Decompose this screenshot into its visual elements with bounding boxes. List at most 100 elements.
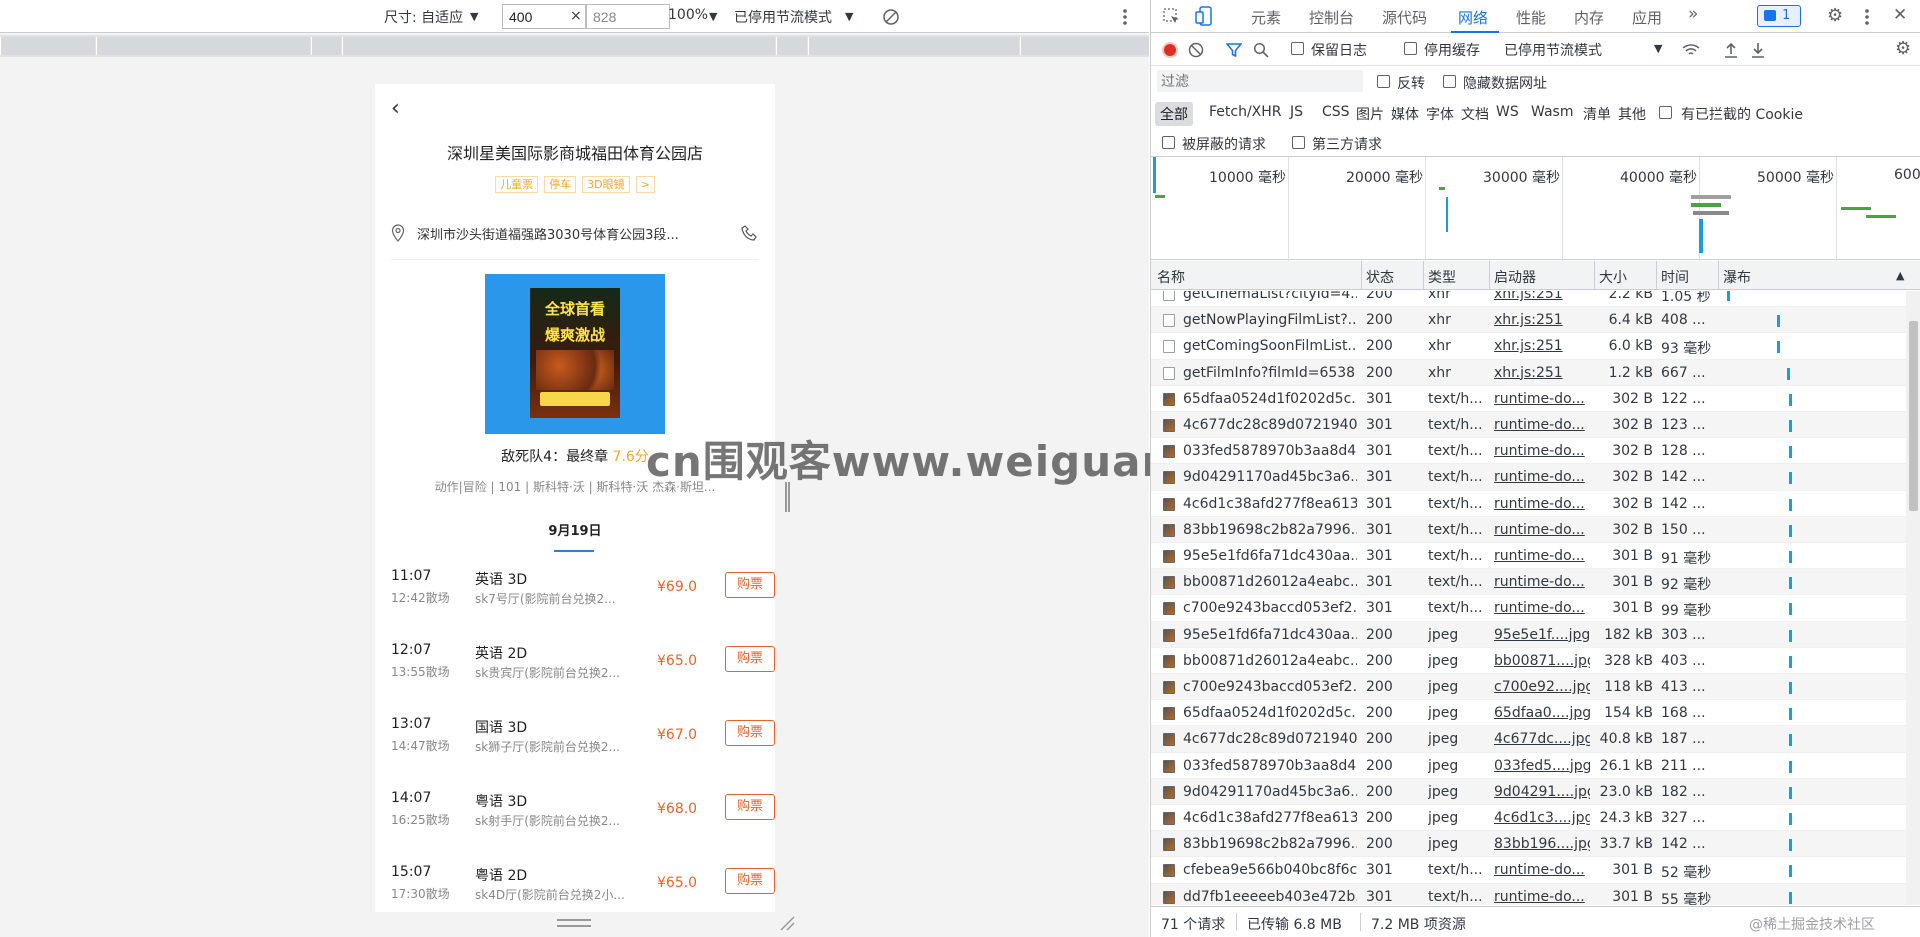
tab-memory[interactable]: 内存 bbox=[1574, 7, 1604, 28]
issues-button[interactable]: 1 bbox=[1757, 5, 1801, 27]
ruler-segment[interactable] bbox=[1020, 37, 1149, 55]
throttle-dropdown[interactable]: 已停用节流模式 bbox=[734, 7, 832, 27]
tab-console[interactable]: 控制台 bbox=[1309, 7, 1354, 28]
buy-ticket-button[interactable]: 购票 bbox=[725, 868, 775, 894]
preserve-log-checkbox[interactable] bbox=[1291, 42, 1304, 55]
filter-input[interactable] bbox=[1157, 70, 1363, 92]
request-row[interactable]: 4c677dc28c89d0721940... 301 text/h... runti… bbox=[1151, 412, 1906, 439]
type-filter-font[interactable]: 字体 bbox=[1426, 104, 1454, 124]
upload-icon[interactable] bbox=[1724, 41, 1738, 58]
showtime-row[interactable]: 15:07 17:30散场 粤语 2D sk4D厅(影院前台兑换2小... ¥6… bbox=[391, 864, 775, 912]
height-input[interactable] bbox=[586, 4, 670, 29]
request-initiator[interactable]: 95e5e1f....jpg bbox=[1494, 627, 1590, 643]
request-row[interactable]: 65dfaa0524d1f0202d5c... 200 jpeg 65dfaa0...… bbox=[1151, 700, 1906, 727]
request-initiator[interactable]: runtime-do... bbox=[1494, 417, 1590, 433]
disable-cache-checkbox[interactable] bbox=[1404, 42, 1417, 55]
type-filter-doc[interactable]: 文档 bbox=[1461, 104, 1489, 124]
column-divider[interactable] bbox=[1489, 261, 1490, 289]
device-toolbar-icon[interactable] bbox=[1195, 6, 1213, 26]
request-row[interactable]: getCinemaList?cityId=4... 200 xhr xhr.js:25… bbox=[1151, 291, 1906, 308]
ruler-segment[interactable] bbox=[0, 37, 95, 55]
more-tabs-button[interactable]: » bbox=[1688, 4, 1698, 24]
column-type[interactable]: 类型 bbox=[1428, 267, 1456, 287]
type-filter-all[interactable]: 全部 bbox=[1155, 102, 1193, 126]
back-arrow-icon[interactable]: ‹ bbox=[391, 96, 400, 121]
settings-gear-icon[interactable]: ⚙ bbox=[1827, 5, 1843, 26]
request-initiator[interactable]: xhr.js:251 bbox=[1494, 338, 1590, 354]
request-initiator[interactable]: runtime-do... bbox=[1494, 889, 1590, 905]
type-filter-fetch-xhr[interactable]: Fetch/XHR bbox=[1209, 104, 1282, 120]
inspect-element-icon[interactable] bbox=[1163, 8, 1181, 26]
request-initiator[interactable]: bb00871....jpg bbox=[1494, 653, 1590, 669]
request-list-scrollbar[interactable] bbox=[1906, 291, 1920, 905]
type-filter-img[interactable]: 图片 bbox=[1356, 104, 1384, 124]
request-row[interactable]: dd7fb1eeeeeb403e472b... 301 text/h... runti… bbox=[1151, 883, 1906, 905]
showtime-row[interactable]: 14:07 16:25散场 粤语 3D sk射手厅(影院前台兑换2... ¥68… bbox=[391, 790, 775, 850]
hide-data-urls-checkbox[interactable] bbox=[1443, 75, 1456, 88]
record-icon[interactable] bbox=[1162, 42, 1178, 58]
request-row[interactable]: 9d04291170ad45bc3a6... 200 jpeg 9d04291....… bbox=[1151, 778, 1906, 805]
request-row[interactable]: c700e9243baccd053ef2... 301 text/h... runti… bbox=[1151, 595, 1906, 622]
zoom-dropdown[interactable]: 100% bbox=[668, 7, 708, 23]
network-conditions-icon[interactable] bbox=[1681, 42, 1701, 58]
request-initiator[interactable]: xhr.js:251 bbox=[1494, 365, 1590, 381]
ruler-segment[interactable] bbox=[311, 37, 341, 55]
search-icon[interactable] bbox=[1253, 42, 1269, 58]
buy-ticket-button[interactable]: 购票 bbox=[725, 720, 775, 746]
column-size[interactable]: 大小 bbox=[1599, 267, 1627, 287]
buy-ticket-button[interactable]: 购票 bbox=[725, 794, 775, 820]
request-row[interactable]: cfebea9e566b040bc8f6c... 301 text/h... runt… bbox=[1151, 857, 1906, 884]
request-row[interactable]: 033fed5878970b3aa8d4... 301 text/h... runti… bbox=[1151, 438, 1906, 465]
tab-sources[interactable]: 源代码 bbox=[1382, 7, 1427, 28]
network-settings-gear-icon[interactable]: ⚙ bbox=[1895, 38, 1911, 59]
network-overview-timeline[interactable]: 10000 毫秒 20000 毫秒 30000 毫秒 40000 毫秒 5000… bbox=[1151, 156, 1920, 261]
request-row[interactable]: 83bb19698c2b82a7996... 301 text/h... runtim… bbox=[1151, 516, 1906, 543]
media-query-ruler[interactable] bbox=[0, 35, 1149, 57]
request-row[interactable]: 83bb19698c2b82a7996... 200 jpeg 83bb196....… bbox=[1151, 831, 1906, 858]
request-row[interactable]: bb00871d26012a4eabc... 200 jpeg bb00871....… bbox=[1151, 648, 1906, 674]
request-initiator[interactable]: runtime-do... bbox=[1494, 574, 1590, 590]
viewport-height-handle[interactable] bbox=[557, 919, 591, 927]
blocked-cookies-checkbox[interactable] bbox=[1659, 106, 1672, 119]
resize-corner-icon[interactable] bbox=[779, 915, 795, 931]
type-filter-media[interactable]: 媒体 bbox=[1391, 104, 1419, 124]
column-divider[interactable] bbox=[1361, 261, 1362, 289]
column-divider[interactable] bbox=[1594, 261, 1595, 289]
request-row[interactable]: c700e9243baccd053ef2... 200 jpeg c700e92...… bbox=[1151, 674, 1906, 701]
request-initiator[interactable]: 4c677dc....jpg bbox=[1494, 731, 1590, 747]
request-row[interactable]: getComingSoonFilmList... 200 xhr xhr.js:251… bbox=[1151, 333, 1906, 360]
ruler-segment[interactable] bbox=[342, 37, 775, 55]
ruler-segment[interactable] bbox=[776, 37, 807, 55]
tab-performance[interactable]: 性能 bbox=[1516, 7, 1546, 28]
buy-ticket-button[interactable]: 购票 bbox=[725, 572, 775, 598]
type-filter-other[interactable]: 其他 bbox=[1618, 104, 1646, 124]
invert-checkbox[interactable] bbox=[1377, 75, 1390, 88]
blocked-requests-checkbox[interactable] bbox=[1162, 136, 1175, 149]
throttle-select[interactable]: 已停用节流模式 bbox=[1504, 40, 1602, 60]
type-filter-wasm[interactable]: Wasm bbox=[1531, 104, 1573, 120]
request-initiator[interactable]: runtime-do... bbox=[1494, 496, 1590, 512]
request-row[interactable]: getNowPlayingFilmList?... 200 xhr xhr.js:25… bbox=[1151, 307, 1906, 334]
type-filter-js[interactable]: JS bbox=[1290, 104, 1303, 120]
more-options-icon[interactable] bbox=[1122, 8, 1128, 26]
tab-elements[interactable]: 元素 bbox=[1251, 7, 1281, 28]
request-row[interactable]: 4c677dc28c89d0721940... 200 jpeg 4c677dc...… bbox=[1151, 726, 1906, 753]
showtime-row[interactable]: 13:07 14:47散场 国语 3D sk狮子厅(影院前台兑换2... ¥67… bbox=[391, 716, 775, 776]
type-filter-manifest[interactable]: 清单 bbox=[1583, 104, 1611, 124]
filter-icon[interactable] bbox=[1226, 42, 1242, 58]
request-row[interactable]: getFilmInfo?filmId=6538 200 xhr xhr.js:251 1… bbox=[1151, 359, 1906, 386]
showtime-row[interactable]: 11:07 12:42散场 英语 3D sk7号厅(影院前台兑换2... ¥69… bbox=[391, 568, 775, 628]
close-icon[interactable]: ✕ bbox=[1893, 5, 1907, 25]
address-row[interactable]: 深圳市沙头街道福强路3030号体育公园3段... bbox=[391, 221, 759, 245]
download-icon[interactable] bbox=[1751, 41, 1765, 58]
request-row[interactable]: 4c6d1c38afd277f8ea613... 301 text/h... runt… bbox=[1151, 491, 1906, 517]
request-row[interactable]: 9d04291170ad45bc3a6... 301 text/h... runtim… bbox=[1151, 464, 1906, 491]
sort-ascending-icon[interactable]: ▲ bbox=[1896, 269, 1904, 282]
request-initiator[interactable]: runtime-do... bbox=[1494, 548, 1590, 564]
column-divider[interactable] bbox=[1423, 261, 1424, 289]
tab-network[interactable]: 网络 bbox=[1458, 7, 1488, 28]
request-initiator[interactable]: 4c6d1c3....jpg bbox=[1494, 810, 1590, 826]
column-status[interactable]: 状态 bbox=[1366, 267, 1394, 287]
ruler-segment[interactable] bbox=[96, 37, 310, 55]
scrollbar-thumb[interactable] bbox=[1909, 321, 1918, 511]
